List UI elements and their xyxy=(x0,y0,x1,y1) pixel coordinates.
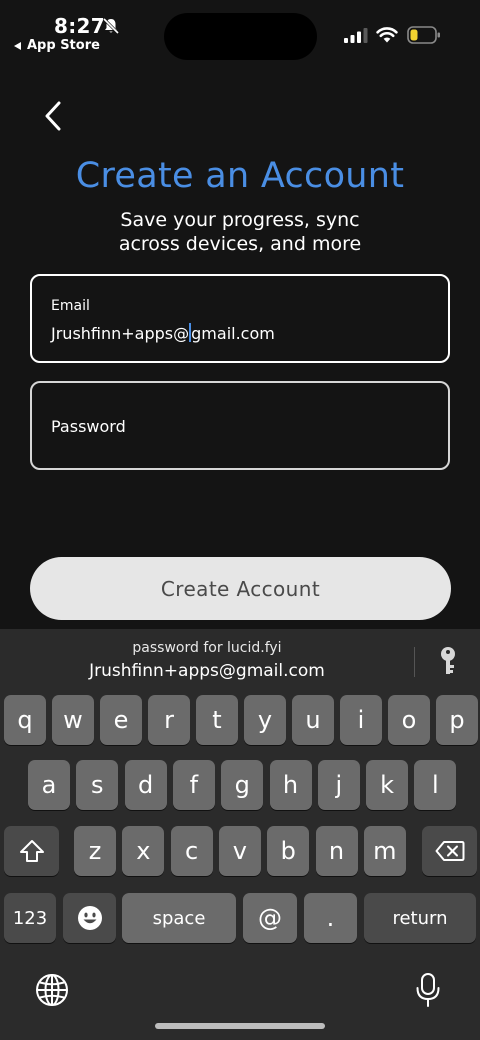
key-b[interactable]: b xyxy=(267,826,310,876)
chevron-left-icon xyxy=(45,101,61,131)
key-s[interactable]: s xyxy=(76,760,119,810)
create-account-button[interactable]: Create Account xyxy=(30,557,451,620)
microphone-icon xyxy=(416,973,440,1007)
key-w[interactable]: w xyxy=(52,695,94,745)
suggestion-email: Jrushfinn+apps@gmail.com xyxy=(89,661,325,681)
key-c[interactable]: c xyxy=(170,826,213,876)
numbers-key[interactable]: 123 xyxy=(4,893,56,943)
email-value-before-cursor: Jrushfinn+apps@ xyxy=(51,324,190,343)
page-subtitle: Save your progress, sync across devices,… xyxy=(118,209,362,255)
key-q[interactable]: q xyxy=(4,695,46,745)
globe-icon xyxy=(36,974,68,1006)
key-m[interactable]: m xyxy=(363,826,406,876)
email-value[interactable]: Jrushfinn+apps@ gmail.com xyxy=(51,323,275,343)
shift-arrow-icon xyxy=(19,840,44,862)
key-j[interactable]: j xyxy=(317,760,360,810)
back-to-app-store-link[interactable]: App Store xyxy=(14,38,100,53)
backspace-icon xyxy=(435,841,464,861)
home-indicator xyxy=(155,1023,325,1029)
dynamic-island xyxy=(164,13,317,60)
password-label: Password xyxy=(51,417,126,436)
key-g[interactable]: g xyxy=(221,760,264,810)
key-f[interactable]: f xyxy=(172,760,215,810)
battery-low-icon xyxy=(407,26,440,44)
key-a[interactable]: a xyxy=(28,760,70,810)
cellular-signal-icon xyxy=(344,28,368,43)
back-triangle-icon xyxy=(14,41,21,50)
email-field[interactable]: Email Jrushfinn+apps@ gmail.com xyxy=(30,274,450,363)
globe-button[interactable] xyxy=(34,972,70,1008)
email-value-after-cursor: gmail.com xyxy=(191,324,275,343)
key-l[interactable]: l xyxy=(414,760,457,810)
back-button[interactable] xyxy=(36,96,70,136)
key-p[interactable]: p xyxy=(436,695,478,745)
emoji-key[interactable] xyxy=(63,893,116,943)
status-time: 8:27 xyxy=(54,14,105,38)
passwords-key-button[interactable] xyxy=(430,639,466,683)
return-key[interactable]: return xyxy=(364,893,476,943)
status-bar: 8:27 App Store xyxy=(0,0,480,60)
key-o[interactable]: o xyxy=(388,695,430,745)
key-t[interactable]: t xyxy=(196,695,238,745)
key-n[interactable]: n xyxy=(315,826,358,876)
suggestion-caption: password for lucid.fyi xyxy=(132,640,282,656)
bell-off-icon xyxy=(102,17,120,35)
page-title: Create an Account xyxy=(75,156,405,196)
dictation-button[interactable] xyxy=(410,972,446,1008)
email-label: Email xyxy=(51,298,90,314)
key-z[interactable]: z xyxy=(74,826,116,876)
shift-key[interactable] xyxy=(4,826,59,876)
password-autofill-suggestion[interactable]: password for lucid.fyi Jrushfinn+apps@gm… xyxy=(0,629,414,691)
key-i[interactable]: i xyxy=(340,695,382,745)
password-field[interactable]: Password xyxy=(30,381,450,470)
suggestion-divider xyxy=(414,647,415,677)
at-key[interactable]: @ xyxy=(243,893,297,943)
wifi-icon xyxy=(376,27,398,43)
key-v[interactable]: v xyxy=(218,826,261,876)
delete-key[interactable] xyxy=(422,826,477,876)
key-h[interactable]: h xyxy=(269,760,312,810)
key-d[interactable]: d xyxy=(124,760,167,810)
key-k[interactable]: k xyxy=(366,760,409,810)
key-icon xyxy=(441,647,455,674)
period-key[interactable]: . xyxy=(304,893,357,943)
key-u[interactable]: u xyxy=(292,695,334,745)
keyboard: password for lucid.fyi Jrushfinn+apps@gm… xyxy=(0,629,480,1040)
key-y[interactable]: y xyxy=(244,695,286,745)
key-r[interactable]: r xyxy=(148,695,190,745)
key-e[interactable]: e xyxy=(100,695,142,745)
space-key[interactable]: space xyxy=(122,893,236,943)
key-x[interactable]: x xyxy=(122,826,165,876)
emoji-icon xyxy=(77,906,102,930)
back-app-label: App Store xyxy=(27,38,100,53)
